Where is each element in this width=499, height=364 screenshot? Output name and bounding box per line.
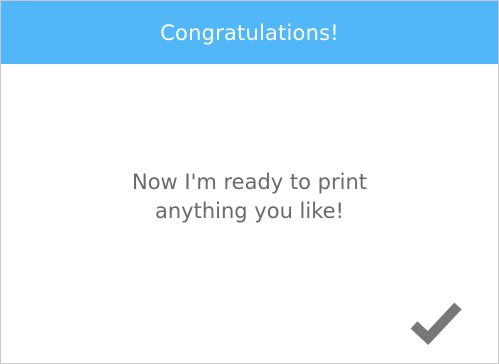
dialog: Congratulations! Now I'm ready to print … (0, 0, 499, 364)
dialog-message: Now I'm ready to print anything you like… (1, 168, 498, 226)
message-line-1: Now I'm ready to print (132, 170, 367, 194)
dialog-header: Congratulations! (1, 1, 498, 64)
message-line-2: anything you like! (155, 199, 344, 223)
confirm-button[interactable] (408, 298, 464, 346)
dialog-title: Congratulations! (160, 20, 339, 45)
checkmark-icon (410, 302, 462, 346)
